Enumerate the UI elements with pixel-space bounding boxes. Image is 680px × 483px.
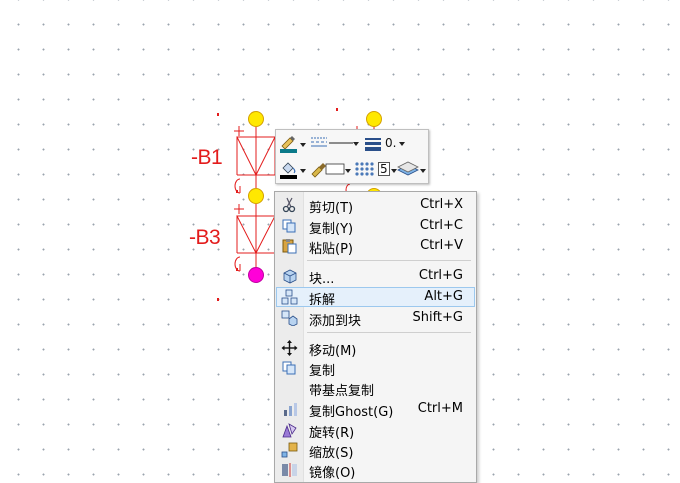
menu-item-label: 移动(M) (309, 344, 357, 359)
menu-item-label: 复制 (309, 364, 336, 379)
diode-b3[interactable] (234, 204, 276, 272)
menu-item-shortcut: Shift+G (412, 310, 463, 325)
menu-item-label: 带基点复制 (309, 384, 375, 399)
menu-item-shortcut: Ctrl+V (420, 238, 463, 253)
duplicate-icon (282, 361, 296, 375)
line-style-dropdown[interactable] (309, 133, 359, 153)
menu-item-mirror[interactable]: 镜像(O) (276, 460, 475, 481)
line-style-icon (311, 137, 353, 147)
component-label-b1: -B1 (191, 146, 223, 169)
menu-item-shortcut: Ctrl+G (418, 268, 463, 283)
scale-icon (281, 442, 298, 458)
menu-item-label: 剪切(T) (309, 201, 354, 216)
menu-item-shortcut: Ctrl+M (417, 401, 463, 416)
menu-item-label: 块... (309, 272, 335, 287)
menu-item-copy-with-base[interactable]: 带基点复制 (276, 378, 475, 399)
menu-item-duplicate[interactable]: 复制 (276, 358, 475, 379)
pen-color-button[interactable] (278, 133, 306, 153)
menu-item-scale[interactable]: 缩放(S) (276, 440, 475, 461)
menu-item-shortcut: Alt+G (424, 289, 463, 304)
explode-icon (281, 289, 298, 305)
add-to-block-icon (281, 310, 298, 326)
hatch-value: 5 (378, 162, 390, 176)
mirror-icon (282, 463, 297, 477)
menu-item-label: 缩放(S) (309, 446, 354, 461)
menu-item-rotate[interactable]: 旋转(R) (276, 420, 475, 441)
pin-b3-bottom (248, 267, 264, 283)
menu-item-shortcut: Ctrl+C (419, 218, 463, 233)
menu-item-label: 旋转(R) (309, 426, 355, 441)
layer-dropdown[interactable] (396, 158, 426, 180)
menu-item-label: 拆解 (309, 293, 336, 308)
property-toolbar: 0. 5 (275, 129, 429, 184)
layer-icon (397, 161, 419, 176)
line-width-value: 0. (385, 136, 397, 150)
move-icon (281, 340, 298, 356)
hatch-pattern-icon (355, 162, 374, 176)
menu-item-explode[interactable]: 拆解 Alt+G (276, 287, 475, 308)
line-width-icon (365, 138, 381, 151)
block-icon (283, 269, 297, 284)
menu-item-add-to-block[interactable]: 添加到块 Shift+G (276, 308, 475, 329)
component-label-b3: -B3 (189, 226, 221, 249)
menu-item-paste[interactable]: 粘贴(P) Ctrl+V (276, 236, 475, 257)
menu-item-cut[interactable]: 剪切(T) Ctrl+X (276, 195, 475, 216)
menu-item-copy[interactable]: 复制(Y) Ctrl+C (276, 216, 475, 237)
paste-icon (282, 239, 297, 254)
menu-item-block[interactable]: 块... Ctrl+G (276, 266, 475, 287)
menu-item-label: 复制Ghost(G) (309, 405, 394, 420)
menu-item-shortcut: Ctrl+X (420, 197, 463, 212)
menu-item-label: 添加到块 (309, 314, 362, 329)
diode-b1[interactable] (234, 126, 276, 194)
context-menu: 剪切(T) Ctrl+X 复制(Y) Ctrl+C 粘贴(P) Ctrl+V 块… (274, 191, 477, 483)
pin-col2-top (366, 111, 382, 127)
menu-item-move[interactable]: 移动(M) (276, 338, 475, 359)
menu-item-label: 粘贴(P) (309, 242, 353, 257)
menu-item-label: 镜像(O) (309, 466, 356, 481)
pin-b1-top (248, 111, 264, 127)
line-width-dropdown[interactable]: 0. (363, 133, 405, 153)
pin-b1-bottom (248, 188, 264, 204)
fill-color-button[interactable] (278, 158, 306, 180)
hatch-dropdown[interactable]: 5 (353, 158, 397, 180)
scissors-icon (282, 197, 296, 213)
copy-icon (282, 219, 296, 233)
menu-item-label: 复制(Y) (309, 222, 354, 237)
menu-separator (307, 332, 471, 333)
ghost-copy-icon (284, 403, 297, 416)
rotate-icon (282, 423, 297, 438)
menu-item-copy-ghost[interactable]: 复制Ghost(G) Ctrl+M (276, 399, 475, 420)
brush-dropdown[interactable] (309, 158, 351, 180)
menu-separator (307, 260, 471, 261)
